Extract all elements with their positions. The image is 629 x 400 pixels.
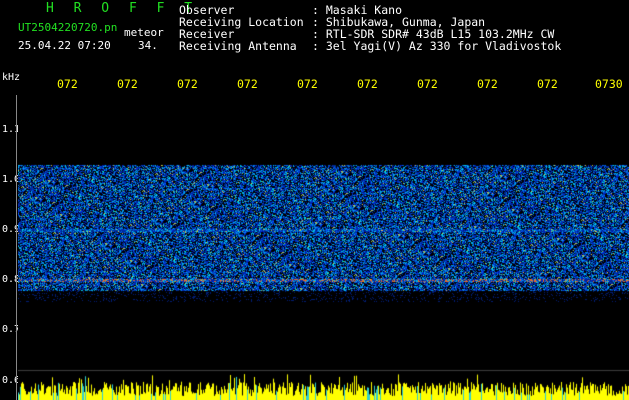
x-axis-tick: 072 [357, 77, 378, 91]
y-axis-unit: kHz [2, 72, 21, 83]
x-axis-tick: 072 [177, 77, 198, 91]
x-axis-tick: 072 [417, 77, 438, 91]
x-axis-tick: 072 [537, 77, 558, 91]
meteor-count: 34. [138, 39, 158, 52]
x-axis-tick: 072 [57, 77, 78, 91]
file-name: UT2504220720.pn [18, 21, 118, 34]
app-title: H R O F F T [46, 1, 199, 16]
info-label-antenna: Receiving Antenna [179, 39, 297, 53]
x-axis-tick: 072 [297, 77, 318, 91]
y-axis-line [16, 95, 17, 400]
spectrogram [18, 95, 629, 400]
x-axis-tick: 072 [117, 77, 138, 91]
x-axis-tick: 072 [477, 77, 498, 91]
meteor-label: meteor [124, 26, 164, 39]
x-axis-tick: 0730 [595, 77, 623, 91]
datetime: 25.04.22 07:20 [18, 39, 111, 52]
x-axis-tick: 072 [237, 77, 258, 91]
info-value-antenna: : 3el Yagi(V) Az 330 for Vladivostok [312, 39, 562, 53]
